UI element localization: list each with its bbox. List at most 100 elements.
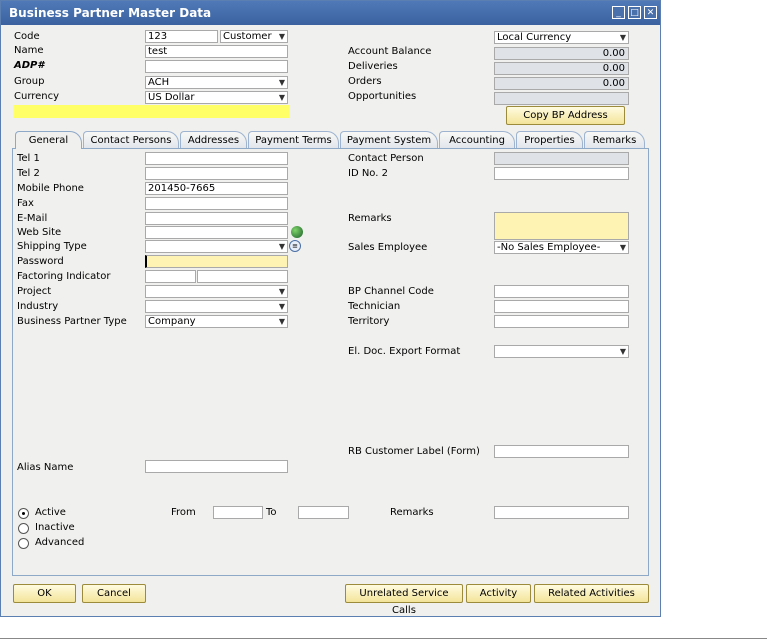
activity-button[interactable]: Activity — [466, 584, 531, 603]
contact-person-label: Contact Person — [348, 153, 424, 164]
web-input[interactable] — [145, 226, 288, 239]
territory-label: Territory — [348, 316, 390, 327]
password-label: Password — [17, 256, 64, 267]
sales-employee-select[interactable]: -No Sales Employee- — [494, 241, 629, 254]
related-activities-button[interactable]: Related Activities — [534, 584, 649, 603]
globe-icon[interactable] — [291, 226, 303, 238]
title-bar[interactable]: Business Partner Master Data _ □ ✕ — [1, 1, 660, 25]
fax-label: Fax — [17, 198, 34, 209]
factoring-code-input[interactable] — [145, 270, 196, 283]
industry-label: Industry — [17, 301, 59, 312]
window-title: Business Partner Master Data — [9, 6, 212, 20]
orders-label: Orders — [348, 76, 382, 87]
email-input[interactable] — [145, 212, 288, 225]
mobile-label: Mobile Phone — [17, 183, 84, 194]
alias-input[interactable] — [145, 460, 288, 473]
advanced-radio[interactable] — [18, 538, 29, 549]
to-label: To — [266, 507, 277, 518]
territory-input[interactable] — [494, 315, 629, 328]
status-remarks-input[interactable] — [494, 506, 629, 519]
deliveries-value: 0.00 — [494, 62, 629, 75]
name-label: Name — [14, 45, 44, 56]
tab-remarks[interactable]: Remarks — [584, 131, 645, 148]
minimize-icon[interactable]: _ — [612, 6, 625, 19]
tel2-input[interactable] — [145, 167, 288, 180]
ok-button[interactable]: OK — [13, 584, 76, 603]
tab-addresses[interactable]: Addresses — [180, 131, 247, 148]
bottom-divider — [0, 638, 767, 639]
tab-general[interactable]: General — [15, 131, 82, 149]
project-label: Project — [17, 286, 52, 297]
unrelated-service-calls-button[interactable]: Unrelated Service Calls — [345, 584, 463, 616]
tab-contact-persons[interactable]: Contact Persons — [83, 131, 179, 148]
name-input[interactable]: test — [145, 45, 288, 58]
to-input[interactable] — [298, 506, 349, 519]
bp-channel-input[interactable] — [494, 285, 629, 298]
remarks-label: Remarks — [348, 213, 392, 224]
active-radio[interactable] — [18, 508, 29, 519]
status-remarks-label: Remarks — [390, 507, 434, 518]
rb-label: RB Customer Label (Form) — [348, 446, 480, 457]
sales-employee-label: Sales Employee — [348, 242, 428, 253]
eldoc-label: El. Doc. Export Format — [348, 346, 461, 357]
account-balance-value: 0.00 — [494, 47, 629, 60]
orders-value: 0.00 — [494, 77, 629, 90]
deliveries-label: Deliveries — [348, 61, 398, 72]
tel1-input[interactable] — [145, 152, 288, 165]
currency-mode-select[interactable]: Local Currency — [494, 31, 629, 44]
tel2-label: Tel 2 — [17, 168, 40, 179]
alias-label: Alias Name — [17, 462, 74, 473]
factoring-label: Factoring Indicator — [17, 271, 111, 282]
currency-label: Currency — [14, 91, 60, 102]
advanced-label: Advanced — [35, 537, 85, 548]
currency-select[interactable]: US Dollar — [145, 91, 288, 104]
opportunities-label: Opportunities — [348, 91, 417, 102]
password-input[interactable] — [145, 255, 288, 268]
active-label: Active — [35, 507, 66, 518]
cancel-button[interactable]: Cancel — [82, 584, 146, 603]
shipping-label: Shipping Type — [17, 241, 87, 252]
adp-input[interactable] — [145, 60, 288, 73]
tel1-label: Tel 1 — [17, 153, 40, 164]
code-input[interactable]: 123 — [145, 30, 218, 43]
bptype-label: Business Partner Type — [17, 316, 127, 327]
group-select[interactable]: ACH — [145, 76, 288, 89]
opportunities-value — [494, 92, 629, 105]
remarks-textarea[interactable] — [494, 212, 629, 240]
idno2-input[interactable] — [494, 167, 629, 180]
highlight-bar — [13, 105, 290, 118]
rb-input[interactable] — [494, 445, 629, 458]
factoring-desc-input[interactable] — [197, 270, 288, 283]
bp-kind-select[interactable]: Customer — [220, 30, 288, 43]
project-select[interactable] — [145, 285, 288, 298]
idno2-label: ID No. 2 — [348, 168, 388, 179]
tab-payment-terms[interactable]: Payment Terms — [248, 131, 339, 148]
bp-channel-label: BP Channel Code — [348, 286, 434, 297]
bptype-select[interactable]: Company — [145, 315, 288, 328]
inactive-radio[interactable] — [18, 523, 29, 534]
tab-properties[interactable]: Properties — [516, 131, 583, 148]
industry-select[interactable] — [145, 300, 288, 313]
tab-payment-system[interactable]: Payment System — [340, 131, 438, 148]
fax-input[interactable] — [145, 197, 288, 210]
mobile-input[interactable]: 201450-7665 — [145, 182, 288, 195]
code-label: Code — [14, 31, 40, 42]
inactive-label: Inactive — [35, 522, 75, 533]
account-balance-label: Account Balance — [348, 46, 432, 57]
maximize-icon[interactable]: □ — [628, 6, 641, 19]
eldoc-select[interactable] — [494, 345, 629, 358]
copy-bp-address-button[interactable]: Copy BP Address — [506, 106, 625, 125]
email-label: E-Mail — [17, 213, 48, 224]
list-icon[interactable]: ≡ — [289, 240, 301, 252]
from-input[interactable] — [213, 506, 263, 519]
technician-label: Technician — [348, 301, 401, 312]
technician-input[interactable] — [494, 300, 629, 313]
shipping-select[interactable] — [145, 240, 288, 253]
group-label: Group — [14, 76, 45, 87]
contact-person-value — [494, 152, 629, 165]
close-icon[interactable]: ✕ — [644, 6, 657, 19]
tab-accounting[interactable]: Accounting — [439, 131, 515, 148]
web-label: Web Site — [17, 227, 62, 238]
adp-label: ADP# — [14, 60, 45, 71]
from-label: From — [171, 507, 196, 518]
